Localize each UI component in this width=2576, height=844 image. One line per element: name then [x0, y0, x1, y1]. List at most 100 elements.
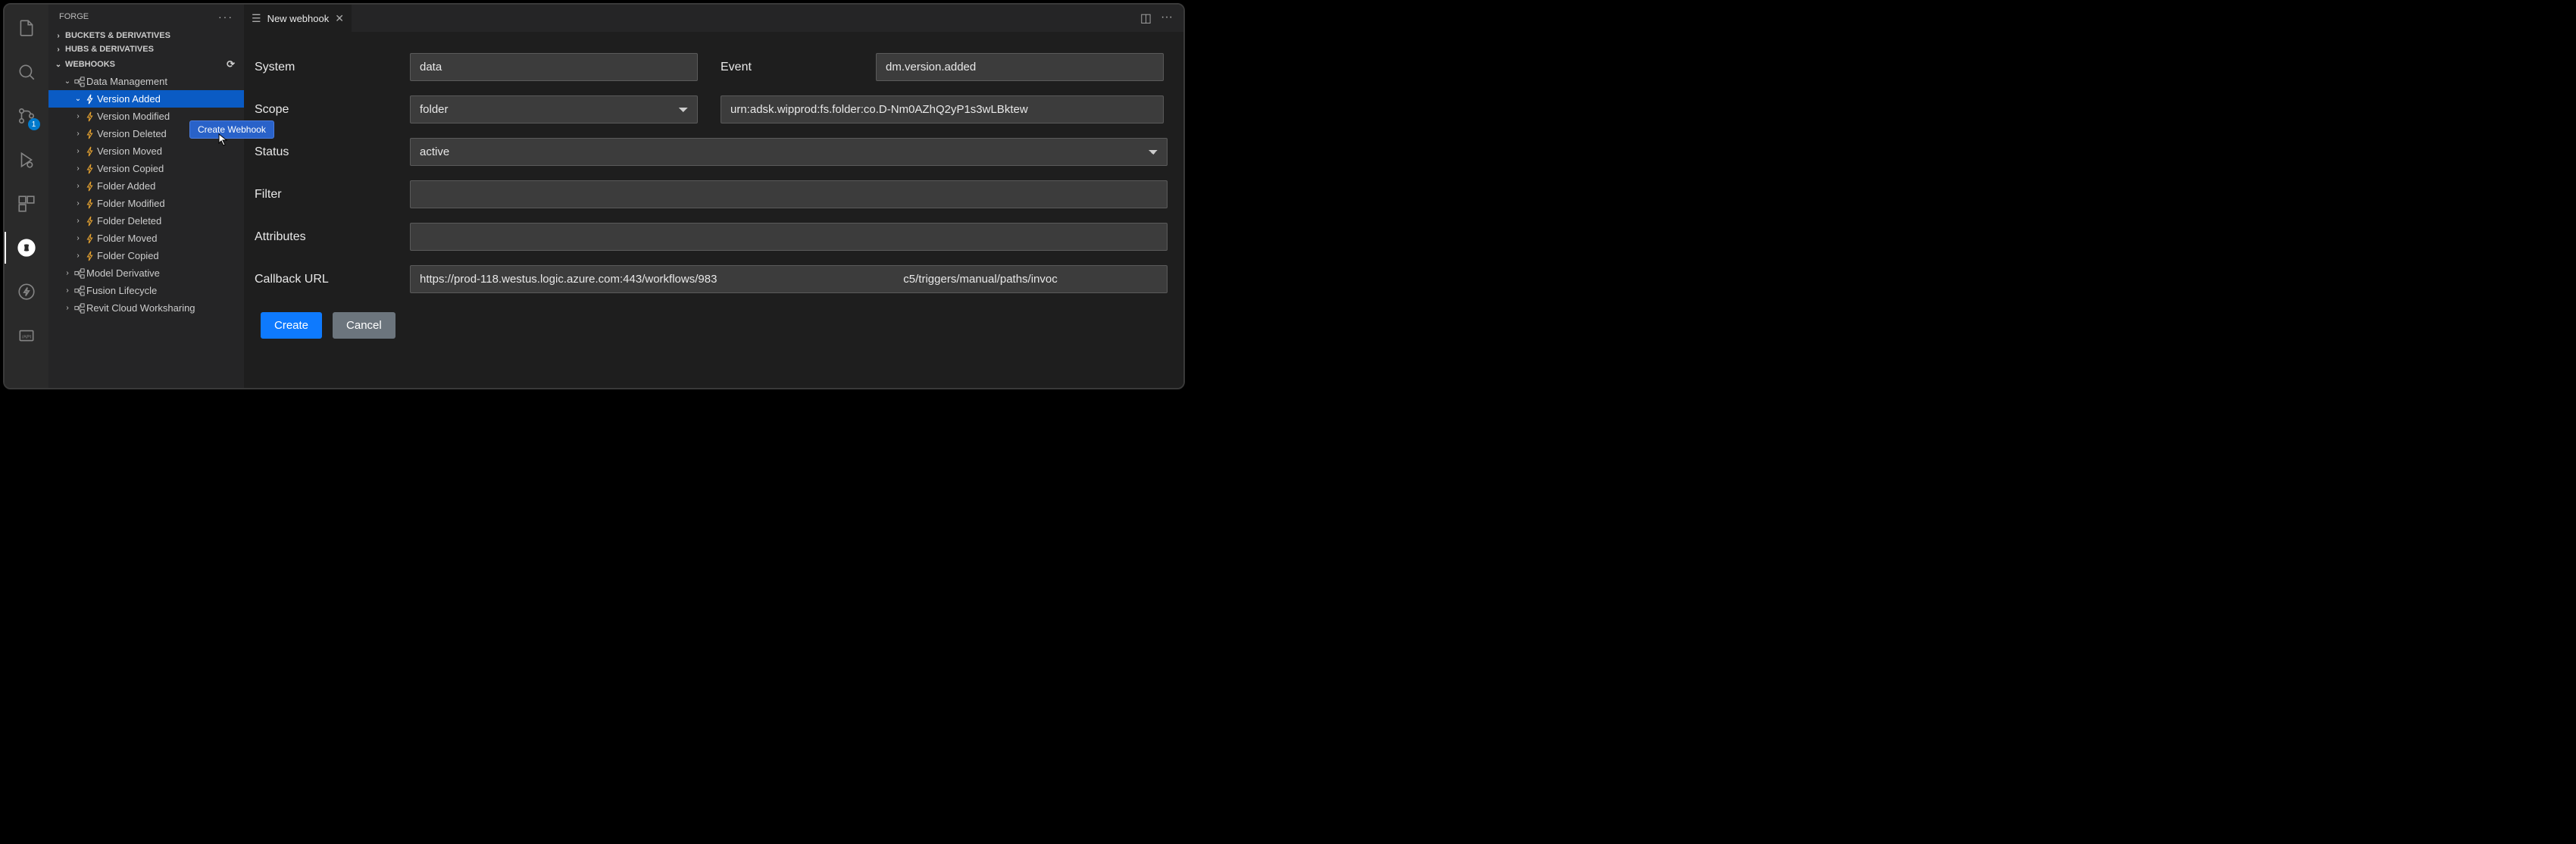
label-scope: Scope [255, 103, 410, 117]
lightning-icon [83, 111, 97, 122]
sidebar-title: FORGE [59, 12, 89, 21]
sidebar: FORGE ··· › BUCKETS & DERIVATIVES › HUBS… [48, 5, 244, 388]
callback-input[interactable] [410, 265, 1168, 293]
tree-label: Data Management [86, 76, 167, 87]
section-hubs[interactable]: › HUBS & DERIVATIVES [48, 42, 244, 56]
lightning-icon [83, 251, 97, 261]
form: System Event Scope folder [244, 32, 1183, 354]
tree-item-folder-deleted[interactable]: › Folder Deleted [48, 212, 244, 230]
system-input[interactable] [410, 53, 698, 81]
tab-label: New webhook [267, 13, 330, 24]
chevron-right-icon: › [73, 217, 83, 225]
tab-new-webhook[interactable]: ☰ New webhook ✕ [244, 5, 352, 32]
tree: ⌄ Data Management ⌄ Version Added › Vers… [48, 73, 244, 317]
tree-label: Folder Deleted [97, 215, 161, 227]
activity-bar: 1 /API [5, 5, 48, 388]
lightning-icon [83, 129, 97, 139]
tree-label: Folder Modified [97, 198, 165, 209]
label-event: Event [721, 61, 876, 74]
extensions-icon[interactable] [8, 188, 45, 220]
settings-icon: ☰ [252, 12, 261, 25]
group-icon [73, 77, 86, 87]
chevron-right-icon: › [73, 112, 83, 120]
tree-item-data-management[interactable]: ⌄ Data Management [48, 73, 244, 90]
api-icon[interactable]: /API [8, 320, 45, 352]
chevron-right-icon: › [73, 130, 83, 138]
tree-item-folder-added[interactable]: › Folder Added [48, 177, 244, 195]
chevron-down-icon: ⌄ [73, 95, 83, 103]
event-input[interactable] [876, 53, 1164, 81]
tree-item-revit-cloud[interactable]: › Revit Cloud Worksharing [48, 299, 244, 317]
chevron-right-icon: › [73, 164, 83, 173]
close-icon[interactable]: ✕ [335, 12, 344, 25]
tree-item-folder-modified[interactable]: › Folder Modified [48, 195, 244, 212]
group-icon [73, 286, 86, 296]
more-icon[interactable]: ··· [1161, 11, 1173, 26]
chevron-down-icon: ⌄ [53, 61, 64, 69]
tree-label: Fusion Lifecycle [86, 285, 157, 296]
section-label: BUCKETS & DERIVATIVES [64, 31, 239, 40]
tree-item-folder-copied[interactable]: › Folder Copied [48, 247, 244, 264]
tree-item-fusion-lifecycle[interactable]: › Fusion Lifecycle [48, 282, 244, 299]
chevron-right-icon: › [73, 182, 83, 190]
forge-icon[interactable] [8, 232, 45, 264]
filter-input[interactable] [410, 180, 1168, 208]
tree-item-folder-moved[interactable]: › Folder Moved [48, 230, 244, 247]
run-icon[interactable] [8, 144, 45, 176]
label-filter: Filter [255, 188, 410, 202]
lightning-icon [83, 164, 97, 174]
svg-text:/API: /API [21, 334, 30, 339]
tree-item-version-moved[interactable]: › Version Moved [48, 142, 244, 160]
chevron-right-icon: › [62, 286, 73, 295]
tree-label: Folder Copied [97, 250, 159, 261]
tree-label: Folder Added [97, 180, 155, 192]
lightning-icon [83, 233, 97, 244]
tree-label: Version Added [97, 93, 161, 105]
more-icon[interactable]: ··· [218, 11, 233, 23]
group-icon [73, 303, 86, 314]
tree-item-version-copied[interactable]: › Version Copied [48, 160, 244, 177]
lightning-icon [83, 94, 97, 105]
section-webhooks[interactable]: ⌄ WEBHOOKS ⟳ [48, 56, 244, 73]
chevron-right-icon: › [73, 234, 83, 242]
editor: ☰ New webhook ✕ ◫ ··· System Event [244, 5, 1183, 388]
section-label: HUBS & DERIVATIVES [64, 45, 239, 54]
refresh-icon[interactable]: ⟳ [227, 58, 235, 70]
tree-label: Model Derivative [86, 267, 160, 279]
lightning-icon[interactable] [8, 276, 45, 308]
chevron-right-icon: › [62, 269, 73, 277]
search-icon[interactable] [8, 56, 45, 88]
chevron-right-icon: › [62, 304, 73, 312]
tree-item-version-deleted[interactable]: › Version Deleted [48, 125, 244, 142]
section-label: WEBHOOKS [64, 60, 227, 69]
lightning-icon [83, 181, 97, 192]
tree-label: Revit Cloud Worksharing [86, 302, 195, 314]
explorer-icon[interactable] [8, 12, 45, 44]
tree-item-version-modified[interactable]: › Version Modified [48, 108, 244, 125]
tab-bar: ☰ New webhook ✕ ◫ ··· [244, 5, 1183, 32]
attributes-input[interactable] [410, 223, 1168, 251]
lightning-icon [83, 216, 97, 227]
status-select[interactable]: active [410, 138, 1168, 166]
lightning-icon [83, 146, 97, 157]
tree-item-model-derivative[interactable]: › Model Derivative [48, 264, 244, 282]
chevron-right-icon: › [73, 252, 83, 260]
chevron-right-icon: › [73, 199, 83, 208]
cancel-button[interactable]: Cancel [333, 312, 395, 339]
chevron-right-icon: › [73, 147, 83, 155]
create-button[interactable]: Create [261, 312, 322, 339]
tree-label: Version Moved [97, 145, 162, 157]
tree-label: Version Copied [97, 163, 164, 174]
scope-id-input[interactable] [721, 95, 1164, 123]
section-buckets[interactable]: › BUCKETS & DERIVATIVES [48, 29, 244, 42]
scm-icon[interactable]: 1 [8, 100, 45, 132]
label-status: Status [255, 145, 410, 159]
scope-select[interactable]: folder [410, 95, 698, 123]
label-system: System [255, 61, 410, 74]
split-editor-icon[interactable]: ◫ [1140, 11, 1152, 26]
chevron-down-icon: ⌄ [62, 77, 73, 86]
tree-label: Version Deleted [97, 128, 167, 139]
tree-item-version-added[interactable]: ⌄ Version Added [48, 90, 244, 108]
scm-badge: 1 [28, 118, 40, 130]
lightning-icon [83, 198, 97, 209]
